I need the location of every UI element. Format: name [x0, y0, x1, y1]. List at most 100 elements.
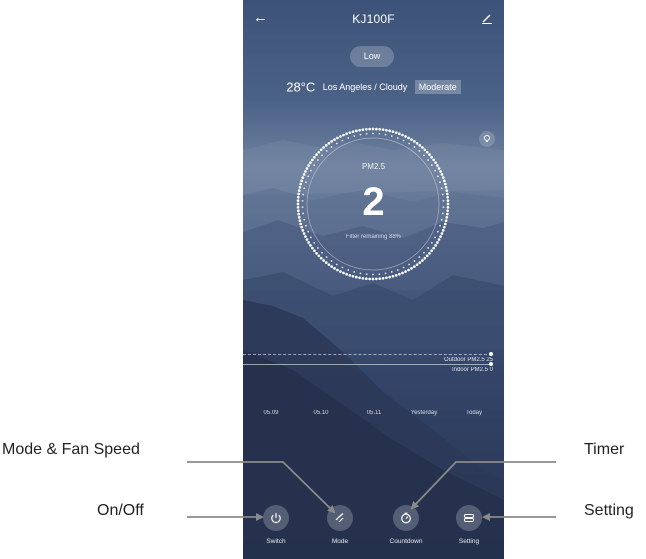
gauge-dot [378, 132, 381, 135]
gauge-dot [371, 127, 375, 131]
gauge-dot [310, 158, 314, 162]
gauge-dot [385, 128, 388, 132]
gauge-dot [398, 132, 401, 136]
gauge-dot [418, 256, 421, 258]
gauge-dot [361, 276, 365, 280]
gauge-dot [410, 267, 413, 270]
gauge-dot [368, 127, 371, 131]
date-axis: 05.09 05.10 05.11 Yesterday Today [243, 410, 504, 420]
gauge-dot [442, 225, 446, 229]
gauge-dot [436, 230, 439, 233]
indoor-pm25-line [243, 364, 492, 365]
settings-icon[interactable] [456, 505, 482, 531]
gauge-dot [327, 263, 331, 267]
date-label[interactable]: Yesterday [399, 410, 449, 416]
date-label[interactable]: 05.11 [349, 410, 399, 416]
gauge-dot [330, 260, 333, 262]
gauge-dot [364, 277, 368, 281]
gauge-dot [381, 128, 385, 132]
gauge-dot [396, 269, 399, 271]
setting-button[interactable]: Setting [444, 505, 494, 545]
edit-icon[interactable] [480, 11, 494, 25]
gauge-dot [413, 260, 416, 262]
gauge-dot [391, 130, 395, 134]
gauge-dot [324, 144, 328, 147]
gauge-dot [322, 146, 325, 149]
gauge-dot [361, 128, 365, 132]
gauge-dot [354, 129, 358, 133]
gauge-dot [427, 159, 430, 161]
date-label[interactable]: Today [449, 410, 499, 416]
countdown-button[interactable]: Countdown [381, 505, 431, 545]
gauge-dot [428, 153, 431, 156]
gauge-dot [353, 271, 356, 273]
gauge-dot [325, 256, 328, 258]
gauge-dot [385, 276, 388, 280]
mode-button[interactable]: Mode [315, 505, 365, 545]
gauge-dot [375, 127, 378, 131]
gauge-dot [381, 276, 385, 280]
gauge-dot [391, 274, 395, 278]
gauge-dot [354, 275, 358, 279]
gauge-dot [330, 146, 333, 148]
gauge-dot [415, 263, 419, 267]
gauge-dot [310, 246, 314, 250]
gauge-dot [378, 277, 382, 281]
gauge-dot [430, 155, 433, 159]
fan-speed-icon[interactable] [327, 505, 353, 531]
phone-screen: ← KJ100F Low 28°C Los Angeles / Cloudy M… [243, 0, 504, 559]
gauge-dot [347, 137, 350, 139]
gauge-dot [371, 277, 375, 281]
gauge-dot [401, 271, 404, 275]
gauge-dot [319, 256, 323, 260]
timer-icon[interactable] [393, 505, 419, 531]
gauge-dot [440, 173, 444, 176]
gauge-dot [307, 241, 310, 244]
gauge-dot [341, 266, 344, 269]
gauge-dot [412, 265, 416, 268]
power-icon[interactable] [263, 505, 289, 531]
switch-label: Switch [266, 538, 286, 545]
indoor-pm25-point [489, 362, 493, 366]
gauge-dot [342, 133, 345, 137]
gauge-dot [301, 176, 305, 179]
gauge-dot [441, 229, 445, 232]
gauge-dot [316, 247, 319, 249]
gauge-dot [425, 150, 429, 154]
date-label[interactable]: 05.09 [246, 410, 296, 416]
gauge-dot [336, 136, 339, 140]
gauge-dot [307, 175, 310, 178]
outdoor-pm25-point [489, 352, 493, 356]
gauge-dot [372, 273, 374, 276]
gauge-dot [305, 224, 307, 227]
weather-info: 28°C Los Angeles / Cloudy Moderate [243, 78, 504, 96]
outdoor-pm25-line [243, 354, 492, 355]
switch-button[interactable]: Switch [251, 505, 301, 545]
gauge-dot [353, 135, 356, 137]
gauge-dot [430, 249, 433, 253]
gauge-dot [317, 150, 321, 154]
gauge-dot [401, 133, 404, 137]
gauge-dot [423, 154, 425, 157]
gauge-dot [309, 243, 312, 247]
gauge-dot [421, 146, 424, 149]
control-bar: Switch Mode Countdown Setting [243, 498, 504, 559]
date-label[interactable]: 05.10 [296, 410, 346, 416]
gauge-dot [345, 132, 348, 136]
gauge-dot [372, 132, 374, 135]
gauge-dot [407, 136, 410, 140]
gauge-dot [423, 148, 427, 152]
gauge-dot [394, 131, 398, 135]
air-quality-badge: Moderate [414, 79, 461, 94]
gauge-dot [347, 269, 350, 271]
light-bulb-icon[interactable] [479, 131, 495, 147]
gauge-dot [432, 246, 436, 250]
device-title: KJ100F [352, 12, 395, 26]
gauge-dot [410, 138, 413, 141]
pm25-value: 2 [362, 180, 385, 224]
gauge-dot [423, 251, 425, 254]
gauge-dot [339, 135, 342, 138]
gauge-dot [325, 150, 328, 152]
gauge-dot [402, 266, 405, 269]
gauge-dot [384, 272, 387, 275]
